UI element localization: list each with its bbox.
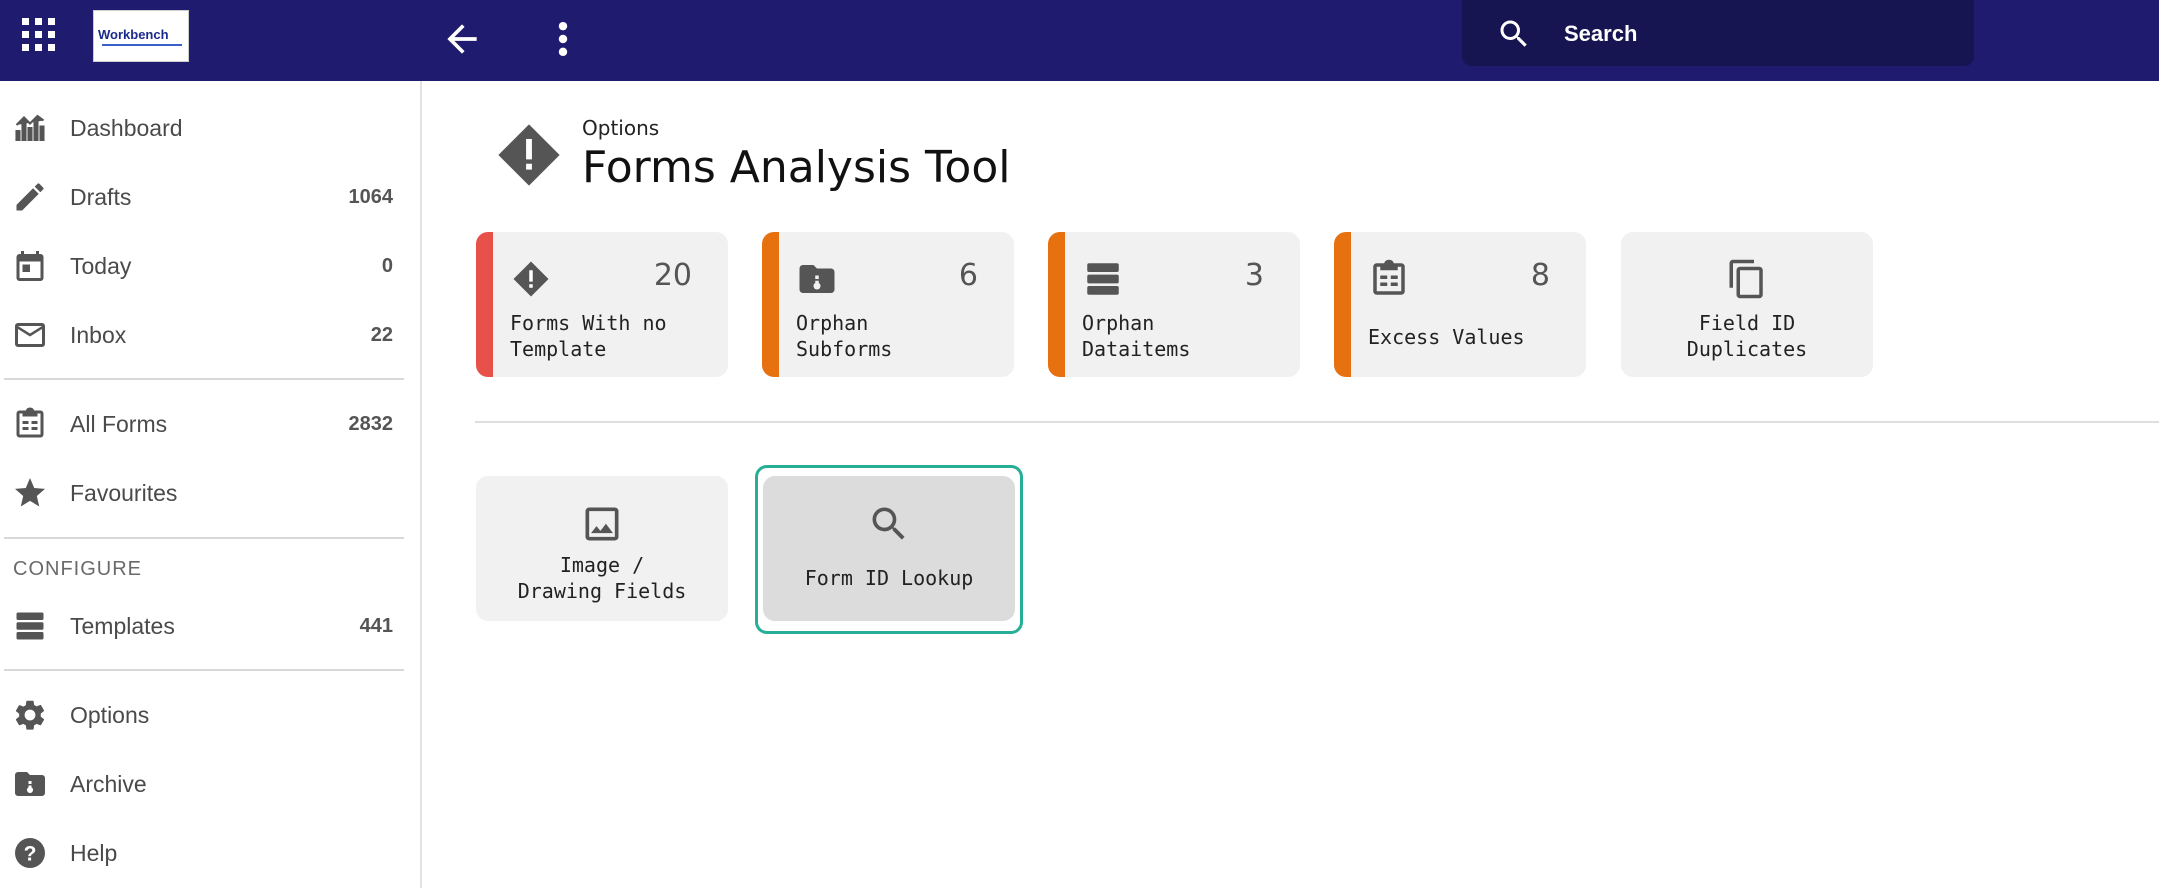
tool-label: Image / Drawing Fields: [476, 552, 728, 604]
chart-icon: [12, 110, 48, 146]
sidebar-item-count: 0: [381, 255, 393, 277]
search-icon: [1496, 16, 1532, 52]
sidebar-item-label: Favourites: [70, 480, 178, 506]
stack-icon: [12, 608, 48, 644]
sidebar-item-inbox[interactable]: Inbox 22: [0, 303, 420, 363]
star-icon: [12, 475, 48, 511]
sidebar-item-help[interactable]: ? Help: [0, 821, 420, 881]
logo[interactable]: Workbench: [93, 10, 189, 62]
svg-text:?: ?: [24, 843, 37, 866]
search-input[interactable]: Search: [1462, 0, 1974, 66]
sidebar-item-label: All Forms: [70, 411, 168, 437]
card-count: 20: [653, 258, 692, 293]
card-count: 8: [1530, 258, 1550, 293]
tool-label-line1: Form ID Lookup: [804, 566, 974, 590]
logo-underline: [102, 44, 182, 46]
card-accent: [476, 232, 493, 377]
apps-grid-icon[interactable]: [22, 18, 56, 52]
sidebar-item-label: Drafts: [70, 184, 132, 210]
card-orphan-subforms[interactable]: 6 Orphan Subforms: [762, 232, 1014, 377]
sidebar-item-options[interactable]: Options: [0, 683, 420, 743]
card-label: Field ID Duplicates: [1621, 310, 1873, 362]
card-accent: [1334, 232, 1351, 377]
tool-label: Form ID Lookup: [763, 565, 1015, 591]
database-icon: [1082, 258, 1124, 300]
inbox-icon: [12, 317, 48, 353]
sidebar-item-label: Inbox: [70, 322, 127, 348]
tool-label-line1: Image /: [559, 553, 645, 577]
pencil-icon: [12, 179, 48, 215]
sidebar-item-label: Dashboard: [70, 115, 183, 141]
sidebar-item-all-forms[interactable]: All Forms 2832: [0, 392, 420, 452]
card-label-line1: Forms With no: [510, 311, 667, 335]
card-label-line2: Template: [510, 337, 607, 361]
card-label-line2: Duplicates: [1686, 337, 1808, 361]
help-icon: ?: [12, 835, 48, 871]
card-label-line2: Subforms: [796, 337, 893, 361]
sidebar-item-templates[interactable]: Templates 441: [0, 594, 420, 654]
sidebar-item-dashboard[interactable]: Dashboard: [0, 96, 420, 156]
sidebar-divider: [4, 537, 404, 539]
more-vert-icon[interactable]: [548, 17, 578, 61]
card-forms-with-no-template[interactable]: 20 Forms With no Template: [476, 232, 728, 377]
sidebar: Dashboard Drafts 1064 Today 0 Inbox 22 A…: [0, 81, 422, 888]
search-icon: [867, 502, 911, 546]
sidebar-item-drafts[interactable]: Drafts 1064: [0, 165, 420, 225]
page-title: Forms Analysis Tool: [582, 142, 1011, 193]
sidebar-item-label: Today: [70, 253, 132, 279]
arrow-left-icon[interactable]: [440, 17, 484, 61]
sidebar-item-favourites[interactable]: Favourites: [0, 461, 420, 521]
sidebar-item-label: Templates: [70, 613, 175, 639]
sidebar-item-count: 441: [359, 615, 393, 637]
card-field-id-duplicates[interactable]: Field ID Duplicates: [1621, 232, 1873, 377]
warning-diamond-icon: [494, 120, 564, 190]
gear-icon: [12, 697, 48, 733]
tool-form-id-lookup[interactable]: Form ID Lookup: [763, 476, 1015, 621]
breadcrumb[interactable]: Options: [582, 116, 659, 140]
tool-image-drawing-fields[interactable]: Image / Drawing Fields: [476, 476, 728, 621]
warning-diamond-icon: [510, 258, 552, 300]
card-count: 3: [1244, 258, 1264, 293]
image-icon: [580, 502, 624, 546]
card-excess-values[interactable]: 8 Excess Values: [1334, 232, 1586, 377]
card-label: Forms With no Template: [510, 310, 710, 362]
card-accent: [1048, 232, 1065, 377]
card-label: Excess Values: [1368, 324, 1568, 350]
copy-icon: [1726, 258, 1768, 300]
card-label-line1: Orphan: [796, 311, 869, 335]
card-accent: [762, 232, 779, 377]
folder-lock-icon: [796, 258, 838, 300]
archive-icon: [12, 766, 48, 802]
card-label-line1: Field ID: [1698, 311, 1796, 335]
section-divider: [475, 421, 2159, 423]
card-label-line1: Orphan: [1082, 311, 1155, 335]
card-label-line2: Dataitems: [1082, 337, 1191, 361]
tool-label-line2: Drawing Fields: [517, 579, 687, 603]
sidebar-item-count: 22: [370, 324, 393, 346]
sidebar-item-count: 1064: [348, 186, 394, 208]
search-placeholder: Search: [1564, 21, 1638, 46]
clipboard-list-icon: [1368, 258, 1410, 300]
top-bar: Workbench Search: [0, 0, 2159, 81]
card-label-line1: Excess Values: [1368, 325, 1525, 349]
logo-text: Workbench: [98, 27, 169, 42]
card-orphan-dataitems[interactable]: 3 Orphan Dataitems: [1048, 232, 1300, 377]
section-label-configure: CONFIGURE: [13, 558, 142, 580]
sidebar-item-count: 2832: [348, 413, 394, 435]
sidebar-item-today[interactable]: Today 0: [0, 234, 420, 294]
calendar-icon: [12, 248, 48, 284]
sidebar-item-label: Archive: [70, 771, 147, 797]
sidebar-divider: [4, 378, 404, 380]
clipboard-icon: [12, 406, 48, 442]
sidebar-item-archive[interactable]: Archive: [0, 752, 420, 812]
sidebar-divider: [4, 669, 404, 671]
card-count: 6: [958, 258, 978, 293]
card-label: Orphan Subforms: [796, 310, 996, 362]
sidebar-item-label: Help: [70, 840, 118, 866]
card-label: Orphan Dataitems: [1082, 310, 1282, 362]
sidebar-item-label: Options: [70, 702, 150, 728]
